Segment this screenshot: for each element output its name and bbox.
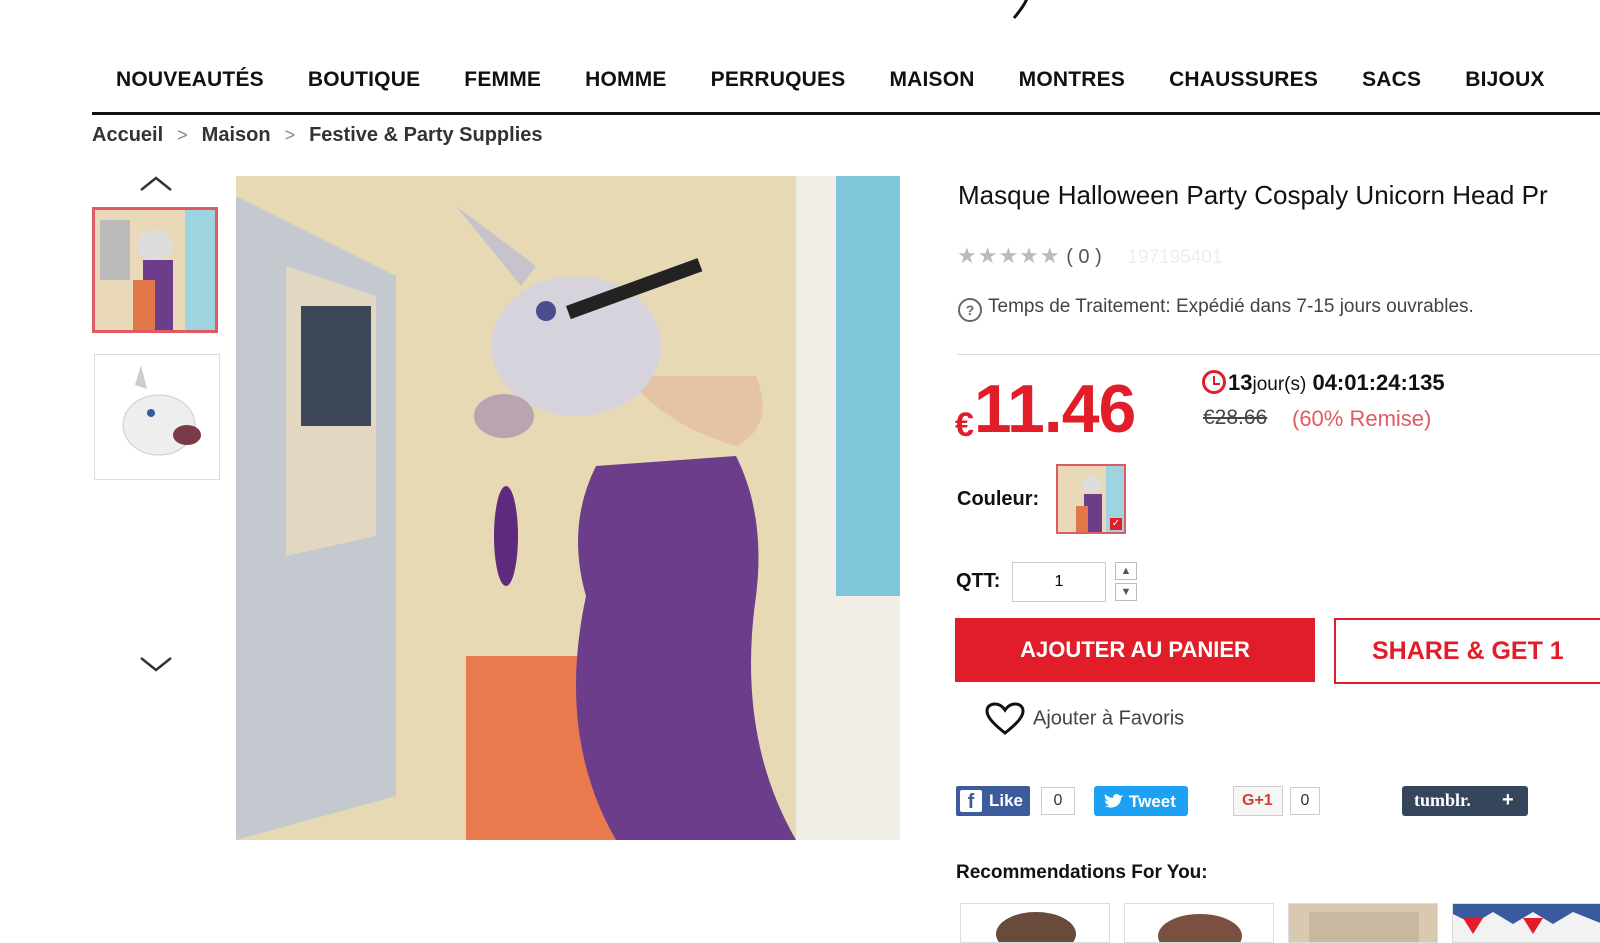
chevron-down-icon[interactable] [136,650,176,680]
nav-item-femme[interactable]: FEMME [464,62,541,98]
thumbnail-image-1[interactable] [92,207,218,333]
check-icon: ✓ [1110,518,1122,530]
price-amount: 11.46 [973,371,1136,447]
favorites-label: Ajouter à Favoris [1033,707,1185,730]
recommendation-item[interactable] [1124,903,1274,943]
nav-item-boutique[interactable]: BOUTIQUE [308,62,420,98]
product-photo [236,176,900,840]
color-swatch[interactable]: ✓ [1056,464,1126,534]
recommendation-item[interactable] [1452,903,1600,943]
breadcrumb-home[interactable]: Accueil [92,124,163,146]
star-icons: ★★★★★ [957,243,1061,268]
main-product-image[interactable] [236,176,900,840]
rating-row: ★★★★★ ( 0 ) 197195401 [957,243,1222,269]
recommendation-item[interactable] [960,903,1110,943]
discount-badge: (60% Remise) [1292,406,1432,431]
quantity-input[interactable] [1012,562,1106,602]
facebook-like-label: Like [989,791,1024,810]
thumbnail-image-2[interactable] [94,354,220,480]
qty-decrease-button[interactable]: ▼ [1115,583,1137,601]
nav-item-maison[interactable]: MAISON [889,62,974,98]
recommendations-title: Recommendations For You: [956,862,1208,883]
nav-item-chaussures[interactable]: CHAUSSURES [1169,62,1318,98]
countdown-days: 13 [1228,370,1253,395]
breadcrumb-category[interactable]: Festive & Party Supplies [309,124,542,146]
qty-increase-button[interactable]: ▲ [1115,562,1137,580]
recommendation-photo [1125,904,1273,942]
clock-icon [1202,370,1226,394]
recommendation-item[interactable] [1288,903,1438,943]
heart-icon [985,702,1025,735]
nav-item-sacs[interactable]: SACS [1362,62,1421,98]
nav-item-perruques[interactable]: PERRUQUES [711,62,846,98]
product-title: Masque Halloween Party Cospaly Unicorn H… [958,180,1548,210]
nav-item-nouveautes[interactable]: NOUVEAUTÉS [116,62,264,98]
add-to-favorites[interactable]: Ajouter à Favoris [985,702,1184,736]
color-label: Couleur: [957,488,1040,510]
thumbnail-photo [95,210,215,330]
price: €11.46 [955,370,1136,448]
countdown-timer: 13jour(s) 04:01:24:135 [1202,370,1445,396]
tweet-label: Tweet [1129,792,1176,811]
share-and-get-button[interactable]: SHARE & GET 1 [1334,618,1600,684]
twitter-icon [1104,794,1123,808]
processing-text: Temps de Traitement: Expédié dans 7-15 j… [988,296,1474,317]
breadcrumb-separator: > [177,125,188,145]
rating-stars[interactable]: ★★★★★ [957,243,1061,268]
tumblr-label: tumblr. [1414,790,1471,810]
qty-label: QTT: [956,570,1001,592]
plus-icon: + [1502,789,1514,811]
breadcrumb-separator: > [284,125,296,145]
logo-fragment [1012,0,1028,19]
breadcrumb-maison[interactable]: Maison [202,124,271,146]
countdown-unit: jour(s) [1252,374,1307,395]
recommendation-photo [1453,904,1600,942]
add-to-cart-button[interactable]: AJOUTER AU PANIER [955,618,1315,682]
main-nav: NOUVEAUTÉS BOUTIQUE FEMME HOMME PERRUQUES MAI… [92,62,1600,115]
nav-item-montres[interactable]: MONTRES [1019,62,1125,98]
thumbnail-photo [95,355,219,479]
recommendation-photo [961,904,1109,942]
processing-time: ? Temps de Traitement: Expédié dans 7-15 … [958,296,1474,322]
tweet-button[interactable]: Tweet [1094,786,1188,816]
recommendation-photo [1289,904,1437,942]
facebook-like-button[interactable]: f Like [956,786,1030,816]
facebook-icon: f [960,790,982,813]
rating-count[interactable]: ( 0 ) [1066,246,1102,268]
google-plus-count: 0 [1290,787,1320,815]
price-currency: € [955,406,974,444]
breadcrumb: Accueil > Maison > Festive & Party Supplies [92,124,543,147]
product-sku: 197195401 [1127,247,1223,268]
divider [957,354,1600,355]
original-price: €28.66 [1203,406,1268,429]
chevron-up-icon[interactable] [136,170,176,200]
question-icon[interactable]: ? [958,298,982,322]
tumblr-share-button[interactable]: tumblr. + [1402,786,1528,816]
google-plus-label: G+1 [1242,792,1273,809]
facebook-like-count: 0 [1041,787,1075,815]
google-plus-button[interactable]: G+1 [1233,786,1283,816]
countdown-time: 04:01:24:135 [1312,370,1445,395]
nav-item-bijoux[interactable]: BIJOUX [1465,62,1544,98]
nav-item-homme[interactable]: HOMME [585,62,667,98]
